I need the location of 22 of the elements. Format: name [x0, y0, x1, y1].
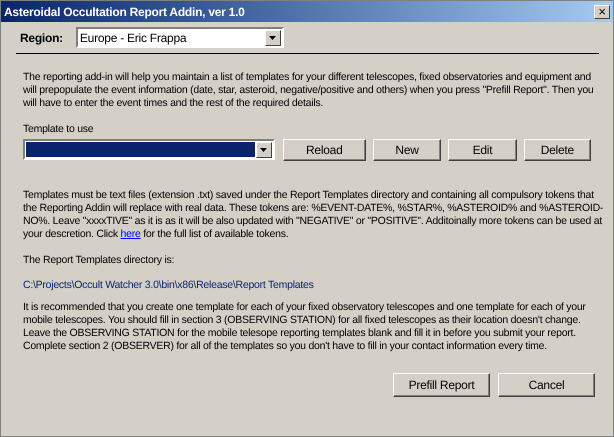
- window-title: Asteroidal Occultation Report Addin, ver 1.0: [4, 4, 245, 20]
- edit-button[interactable]: Edit: [448, 138, 517, 161]
- region-dropdown[interactable]: Europe - Eric Frappa: [76, 27, 284, 48]
- tokens-text: Templates must be text files (extension .txt) saved under the Report Templates directory and containing all compulsory tokens that the Reporting Addin will replace with real data. These tokens are: %EVENT-DATE%, %STAR%, %ASTEROID% and %ASTEROID-NO%. Leave "xxxxTIVE" as it is as it will be also updated with "NEGATIVE" or "POSITIVE". Additoinally more tokens can be used at your descretion. Click here for the full list of available tokens.: [23, 188, 604, 241]
- new-button[interactable]: New: [372, 138, 442, 161]
- reload-button[interactable]: Reload: [282, 138, 366, 161]
- here-link[interactable]: here: [120, 228, 141, 240]
- template-label: Template to use: [23, 122, 94, 137]
- dropdown-button[interactable]: [256, 142, 272, 158]
- template-dropdown[interactable]: [23, 139, 275, 160]
- directory-label: The Report Templates directory is:: [23, 252, 176, 268]
- prefill-report-button[interactable]: Prefill Report: [393, 373, 490, 398]
- close-button[interactable]: ×: [594, 4, 610, 18]
- delete-button[interactable]: Delete: [524, 138, 591, 161]
- intro-text: The reporting add-in will help you maintain a list of templates for your different telescopes, fixed observatories and equipment and will prepopulate the event information (date, star, asteroid, negative/positive and others) when you press "Prefill Report". Then you will have to enter the event times and the rest of the required details.: [23, 71, 595, 110]
- down-arrow-icon: [269, 36, 276, 40]
- down-arrow-icon: [260, 148, 268, 152]
- dropdown-button[interactable]: [264, 30, 281, 46]
- recommendation-text: It is recommended that you create one template for each of your fixed observatory telescopes and one template for each of your mobile telescopes. You should fill in section 3 (OBSERVING STATION) for all fixed telescopes as their location doesn't change. Leave the OBSERVING STATION for the mobile telesope reporting templates blank and fill it in before you submit your report. Complete section 2 (OBSERVER) for all of the templates so you don't have to fill in your contact information every time.: [23, 301, 587, 354]
- region-label: Region:: [20, 30, 63, 46]
- cancel-button[interactable]: Cancel: [498, 373, 595, 398]
- directory-path: C:\Projects\Occult Watcher 3.0\bin\x86\Release\Report Templates: [23, 278, 315, 292]
